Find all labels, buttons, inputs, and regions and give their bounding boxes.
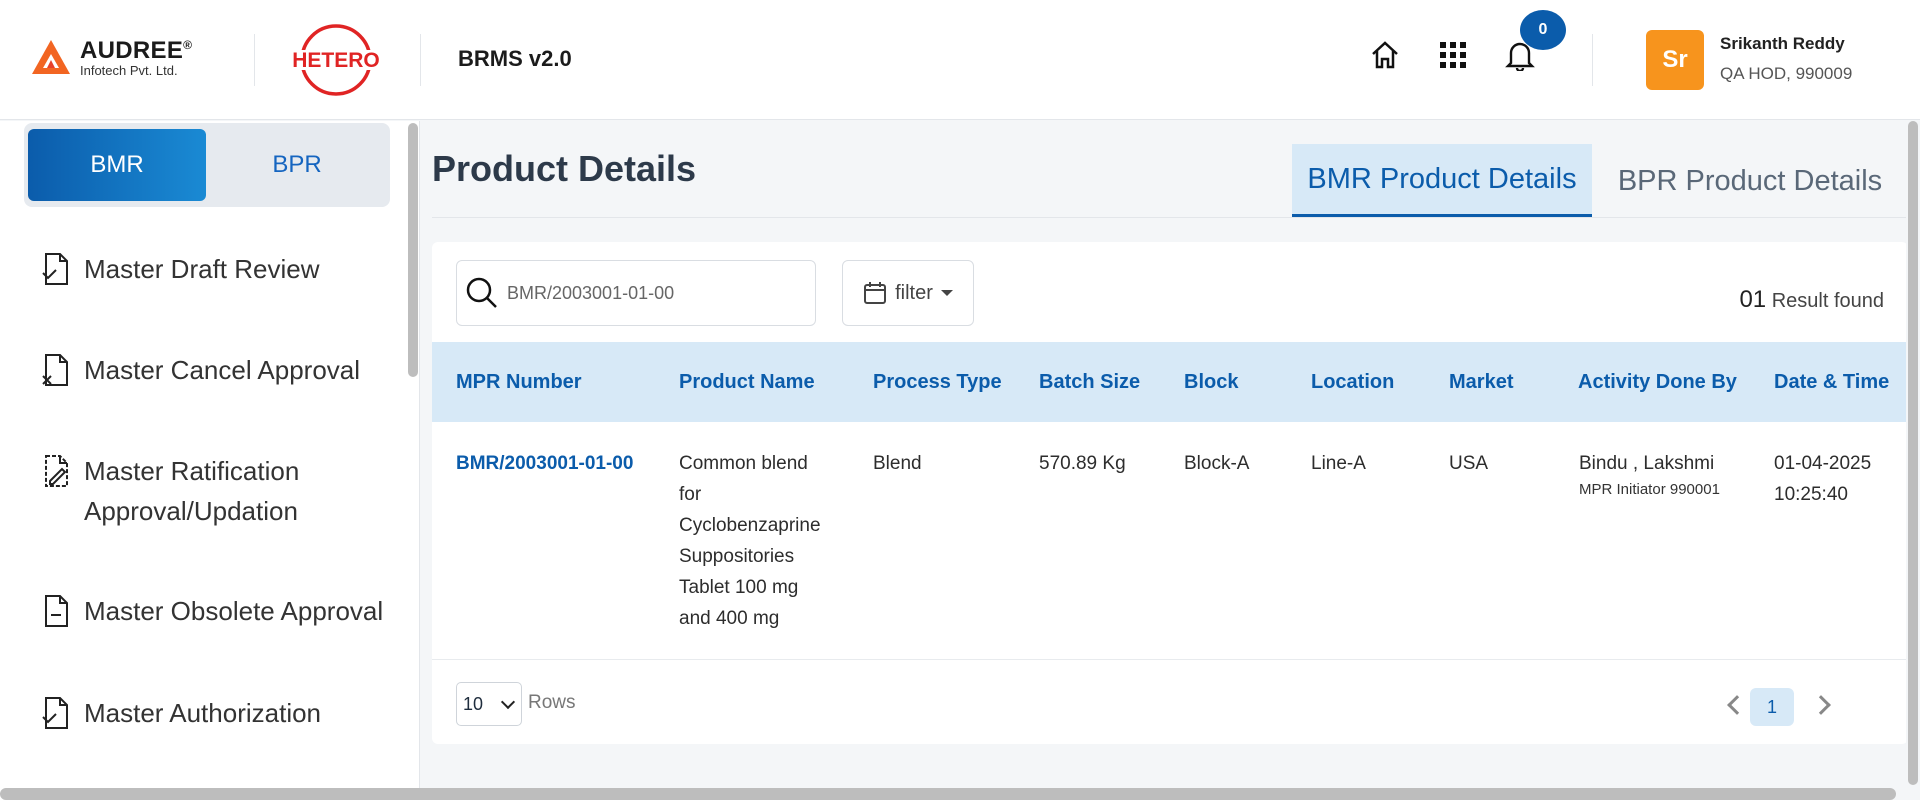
svg-text:HETERO: HETERO (292, 49, 380, 72)
sidebar: BMR BPR Master Draft Review Master Cance… (0, 121, 420, 800)
column-header-mpr-number[interactable]: MPR Number (456, 342, 582, 422)
date-time-cell: 01-04-2025 10:25:40 (1774, 448, 1871, 510)
header-divider (1592, 34, 1593, 86)
sidebar-scrollbar-thumb[interactable] (408, 123, 418, 377)
home-icon[interactable] (1368, 38, 1402, 72)
search-box (456, 260, 816, 326)
chevron-right-icon[interactable] (1811, 695, 1831, 715)
sidebar-item-master-cancel-approval[interactable]: Master Cancel Approval (40, 350, 384, 390)
result-count-label: Result found (1771, 290, 1884, 312)
audree-subtitle: Infotech Pvt. Ltd. (80, 62, 178, 78)
doc-minus-icon (45, 595, 68, 627)
doc-check-icon (42, 697, 68, 729)
caret-down-icon (940, 290, 953, 296)
page-title: Product Details (432, 148, 697, 189)
sidebar-item-label: Master Obsolete Approval (84, 596, 384, 626)
activity-role: MPR Initiator 990001 (1579, 481, 1720, 498)
rows-label: Rows (528, 692, 576, 713)
doc-cancel-icon (42, 354, 68, 386)
doc-check-icon (42, 253, 68, 285)
apps-grid-icon[interactable] (1436, 38, 1470, 72)
column-header-activity-done-by[interactable]: Activity Done By (1578, 342, 1737, 422)
table-header: MPR Number Product Name Process Type Bat… (432, 342, 1908, 422)
activity-done-by-cell: Bindu , Lakshmi MPR Initiator 990001 (1579, 448, 1720, 501)
rows-per-page-select[interactable]: 10 (456, 682, 522, 726)
bpr-toggle-button[interactable]: BPR (208, 129, 386, 201)
product-name-cell: Common blend for Cyclobenzaprine Supposi… (679, 453, 821, 629)
sidebar-item-master-obsolete-approval[interactable]: Master Obsolete Approval (40, 591, 384, 631)
doc-edit-icon (45, 455, 68, 487)
time-value: 10:25:40 (1774, 484, 1848, 505)
header-divider (254, 34, 255, 86)
search-input[interactable] (507, 282, 787, 304)
process-type-cell: Blend (873, 453, 922, 474)
audree-brand-text: AUDREE® (80, 36, 193, 64)
tab-bpr-product-details[interactable]: BPR Product Details (1600, 144, 1900, 218)
chevron-left-icon[interactable] (1727, 695, 1747, 715)
search-icon (466, 277, 497, 308)
column-header-process-type[interactable]: Process Type (873, 342, 1002, 422)
result-count: 01 Result found (1739, 286, 1884, 314)
column-header-market[interactable]: Market (1449, 342, 1513, 422)
activity-user: Bindu , Lakshmi (1579, 453, 1715, 474)
sidebar-item-label: Master Ratification Approval/Updation (84, 456, 300, 526)
column-header-location[interactable]: Location (1311, 342, 1394, 422)
rows-per-page-value: 10 (463, 693, 484, 714)
column-header-block[interactable]: Block (1184, 342, 1238, 422)
audree-logo-icon (32, 40, 70, 74)
bmr-toggle-button[interactable]: BMR (28, 129, 206, 201)
tab-bmr-product-details[interactable]: BMR Product Details (1292, 144, 1592, 218)
result-count-number: 01 (1739, 286, 1767, 313)
sidebar-item-label: Master Cancel Approval (84, 355, 361, 385)
column-header-batch-size[interactable]: Batch Size (1039, 342, 1140, 422)
user-name: Srikanth Reddy (1720, 34, 1845, 53)
horizontal-scrollbar-thumb[interactable] (0, 788, 1896, 800)
table-row[interactable]: BMR/2003001-01-00 Common blend for Cyclo… (432, 422, 1908, 660)
mpr-number-link[interactable]: BMR/2003001-01-00 (456, 448, 633, 479)
date-value: 01-04-2025 (1774, 453, 1872, 474)
page-number-button[interactable]: 1 (1750, 688, 1794, 726)
sidebar-item-master-authorization[interactable]: Master Authorization (40, 693, 384, 733)
user-role: QA HOD, 990009 (1720, 64, 1853, 83)
avatar[interactable]: Sr (1646, 30, 1704, 90)
chevron-down-icon (500, 694, 516, 710)
calendar-icon (864, 282, 887, 304)
app-title: BRMS v2.0 (458, 46, 572, 71)
header-divider (420, 34, 421, 86)
hetero-logo: HETERO (290, 24, 382, 96)
filter-label: filter (895, 281, 933, 304)
batch-size-cell: 570.89 Kg (1039, 453, 1126, 474)
market-cell: USA (1449, 453, 1489, 474)
block-cell: Block-A (1184, 453, 1250, 474)
sidebar-item-master-ratification[interactable]: Master Ratification Approval/Updation (40, 451, 384, 531)
record-type-toggle: BMR BPR (24, 123, 390, 207)
sidebar-item-label: Master Draft Review (84, 254, 320, 284)
app-header: AUDREE® Infotech Pvt. Ltd. HETERO BRMS v… (0, 0, 1920, 120)
notification-count-badge[interactable]: 0 (1520, 10, 1566, 50)
column-header-date-time[interactable]: Date & Time (1774, 342, 1889, 422)
location-cell: Line-A (1311, 453, 1366, 474)
main-scrollbar-thumb[interactable] (1908, 121, 1918, 785)
audree-logo: AUDREE® Infotech Pvt. Ltd. (30, 36, 192, 78)
tabs-divider (432, 217, 1908, 218)
sidebar-item-label: Master Authorization (84, 698, 322, 728)
sidebar-item-master-draft-review[interactable]: Master Draft Review (40, 249, 384, 289)
product-details-card: filter 01 Result found MPR Number Produc… (432, 242, 1908, 744)
column-header-product-name[interactable]: Product Name (679, 342, 815, 422)
filter-button[interactable]: filter (842, 260, 974, 326)
